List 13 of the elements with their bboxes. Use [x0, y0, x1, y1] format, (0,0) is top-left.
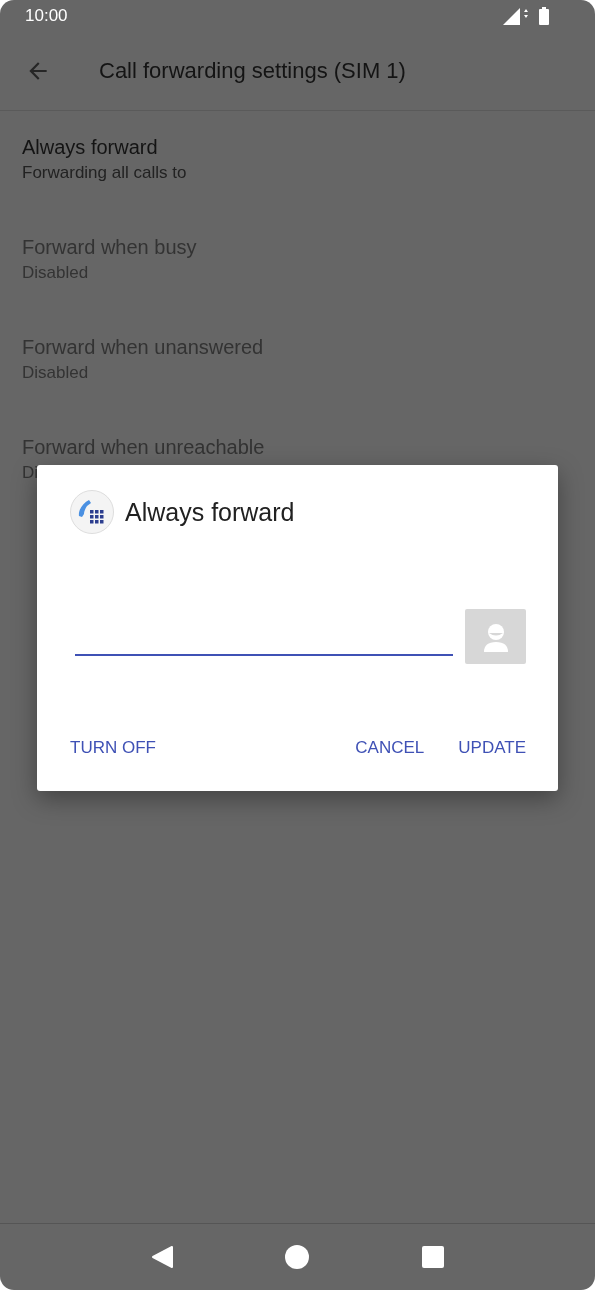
recents-icon[interactable]	[421, 1246, 444, 1268]
phone-app-icon	[70, 490, 114, 534]
dialog-button[interactable]: CANCEL	[355, 738, 425, 758]
home-icon[interactable]	[285, 1245, 310, 1269]
setting-title[interactable]: Always forward	[22, 136, 573, 159]
dialog-button[interactable]: TURN OFF	[70, 738, 156, 758]
setting-summary: Forwarding all calls to	[22, 163, 188, 183]
screen-title: Call forwarding settings (SIM 1)	[99, 58, 406, 84]
person-icon	[481, 621, 510, 652]
status-time: 10:00	[25, 6, 68, 26]
dialog-button[interactable]: UPDATE	[458, 738, 526, 758]
dialog-title: Always forward	[125, 497, 295, 527]
back-icon[interactable]	[151, 1245, 174, 1269]
